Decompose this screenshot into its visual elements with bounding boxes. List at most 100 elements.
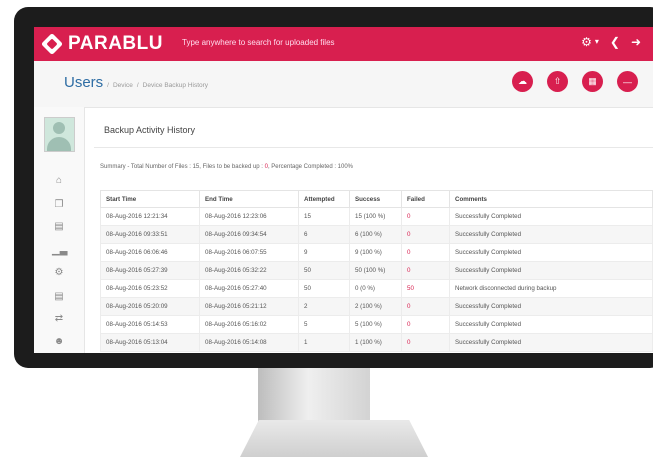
failed-cell: 50 <box>401 279 450 298</box>
end-time-cell: 08-Aug-2016 05:27:40 <box>199 279 299 298</box>
start-time-cell: 08-Aug-2016 05:14:53 <box>100 315 200 334</box>
transfer-icon[interactable]: ⇄ <box>52 313 66 324</box>
column-header-failed[interactable]: Failed <box>401 190 450 208</box>
comments-cell: Network disconnected during backup <box>449 279 653 298</box>
start-time-cell: 08-Aug-2016 05:13:04 <box>100 333 200 352</box>
column-header-start-time[interactable]: Start Time <box>100 190 200 208</box>
app-screen: PARABLU Type anywhere to search for uplo… <box>34 27 653 353</box>
success-cell: 5 (100 %) <box>349 315 402 334</box>
failed-cell: 0 <box>401 261 450 280</box>
attempted-cell: 6 <box>298 225 350 244</box>
breadcrumb-current: Device Backup History <box>142 82 209 89</box>
upload-icon: ⇧ <box>553 76 562 86</box>
summary-text: Summary - Total Number of Files : 15, Fi… <box>100 164 353 170</box>
comments-cell: Successfully Completed <box>449 315 653 334</box>
comments-cell: Successfully Completed <box>449 297 653 316</box>
monitor-frame: PARABLU Type anywhere to search for uplo… <box>14 7 653 368</box>
logo-icon <box>40 32 64 56</box>
bar-chart-icon[interactable]: ▁▃ <box>52 245 67 256</box>
breadcrumb-separator: / <box>136 82 139 89</box>
column-header-attempted[interactable]: Attempted <box>298 190 350 208</box>
divider <box>94 147 653 148</box>
users-icon[interactable]: ☻ <box>52 336 66 347</box>
share-icon[interactable]: ❮ <box>610 35 620 49</box>
attempted-cell: 50 <box>298 279 350 298</box>
home-icon[interactable]: ⌂ <box>52 175 66 186</box>
avatar[interactable] <box>44 117 75 152</box>
cloud-button[interactable]: ☁ <box>512 71 533 92</box>
attempted-cell: 5 <box>298 315 350 334</box>
table-row[interactable]: 08-Aug-2016 05:27:39 08-Aug-2016 05:32:2… <box>100 261 653 280</box>
copy-icon[interactable]: ❐ <box>52 199 66 210</box>
search-input[interactable]: Type anywhere to search for uploaded fil… <box>182 38 335 47</box>
breadcrumb: Users / Device / Device Backup History <box>64 74 208 91</box>
breadcrumb-device[interactable]: Device <box>113 82 133 89</box>
folder-icon: ▦ <box>588 76 597 86</box>
comments-cell: Successfully Completed <box>449 207 653 226</box>
comments-cell: Successfully Completed <box>449 333 653 352</box>
end-time-cell: 08-Aug-2016 12:23:06 <box>199 207 299 226</box>
top-bar-actions: ⚙ ▾ ❮ ➜ <box>581 35 641 49</box>
failed-cell: 0 <box>401 297 450 316</box>
table-row[interactable]: 08-Aug-2016 05:13:04 08-Aug-2016 05:14:0… <box>100 333 653 352</box>
monitor-stand-base <box>240 420 428 457</box>
success-cell: 2 (100 %) <box>349 297 402 316</box>
column-header-success[interactable]: Success <box>349 190 402 208</box>
failed-cell: 0 <box>401 207 450 226</box>
attempted-cell: 15 <box>298 207 350 226</box>
attempted-cell: 50 <box>298 261 350 280</box>
page-header: Users / Device / Device Backup History ☁… <box>34 61 653 108</box>
comments-cell: Successfully Completed <box>449 225 653 244</box>
table-row[interactable]: 08-Aug-2016 05:14:53 08-Aug-2016 05:16:0… <box>100 315 653 334</box>
success-cell: 9 (100 %) <box>349 243 402 262</box>
start-time-cell: 08-Aug-2016 09:33:51 <box>100 225 200 244</box>
success-cell: 6 (100 %) <box>349 225 402 244</box>
table-row[interactable]: 08-Aug-2016 05:20:09 08-Aug-2016 05:21:1… <box>100 297 653 316</box>
panel-title: Backup Activity History <box>104 125 196 135</box>
chevron-down-icon[interactable]: ▾ <box>595 37 599 49</box>
failed-cell: 0 <box>401 315 450 334</box>
upload-button[interactable]: ⇧ <box>547 71 568 92</box>
backup-history-table: Start Time End Time Attempted Success Fa… <box>100 190 653 352</box>
success-cell: 1 (100 %) <box>349 333 402 352</box>
start-time-cell: 08-Aug-2016 06:06:46 <box>100 243 200 262</box>
summary-prefix: Summary - Total Number of Files : 15, Fi… <box>100 164 265 170</box>
success-cell: 0 (0 %) <box>349 279 402 298</box>
end-time-cell: 08-Aug-2016 05:32:22 <box>199 261 299 280</box>
table-header-row: Start Time End Time Attempted Success Fa… <box>100 190 653 208</box>
success-cell: 15 (100 %) <box>349 207 402 226</box>
table-row[interactable]: 08-Aug-2016 12:21:34 08-Aug-2016 12:23:0… <box>100 207 653 226</box>
comments-cell: Successfully Completed <box>449 243 653 262</box>
column-header-end-time[interactable]: End Time <box>199 190 299 208</box>
end-time-cell: 08-Aug-2016 05:14:08 <box>199 333 299 352</box>
sidebar: ⌂ ❐ ▤ ▁▃ ⚙ ▤ ⇄ ☻ <box>34 107 85 353</box>
logo[interactable]: PARABLU <box>40 32 163 56</box>
page-title[interactable]: Users <box>64 74 103 91</box>
failed-cell: 0 <box>401 333 450 352</box>
success-cell: 50 (100 %) <box>349 261 402 280</box>
main-content: Backup Activity History Summary - Total … <box>88 107 653 353</box>
summary-suffix: , Percentage Completed : 100% <box>267 164 354 170</box>
minus-icon: — <box>623 76 632 87</box>
table-row[interactable]: 08-Aug-2016 09:33:51 08-Aug-2016 09:34:5… <box>100 225 653 244</box>
column-header-comments[interactable]: Comments <box>449 190 653 208</box>
start-time-cell: 08-Aug-2016 05:20:09 <box>100 297 200 316</box>
document-icon[interactable]: ▤ <box>52 291 66 302</box>
database-icon[interactable]: ▤ <box>52 221 66 232</box>
table-row[interactable]: 08-Aug-2016 05:23:52 08-Aug-2016 05:27:4… <box>100 279 653 298</box>
table-row[interactable]: 08-Aug-2016 06:06:46 08-Aug-2016 06:07:5… <box>100 243 653 262</box>
attempted-cell: 2 <box>298 297 350 316</box>
settings-icon[interactable]: ⚙ <box>52 267 66 278</box>
start-time-cell: 08-Aug-2016 05:23:52 <box>100 279 200 298</box>
attempted-cell: 9 <box>298 243 350 262</box>
sign-out-icon[interactable]: ➜ <box>631 35 641 49</box>
logo-text: PARABLU <box>68 33 163 54</box>
start-time-cell: 08-Aug-2016 05:27:39 <box>100 261 200 280</box>
folder-button[interactable]: ▦ <box>582 71 603 92</box>
remove-button[interactable]: — <box>617 71 638 92</box>
breadcrumb-separator: / <box>107 82 109 89</box>
end-time-cell: 08-Aug-2016 05:16:02 <box>199 315 299 334</box>
gear-icon[interactable]: ⚙ <box>581 35 592 49</box>
end-time-cell: 08-Aug-2016 09:34:54 <box>199 225 299 244</box>
header-actions: ☁ ⇧ ▦ — <box>512 71 638 92</box>
